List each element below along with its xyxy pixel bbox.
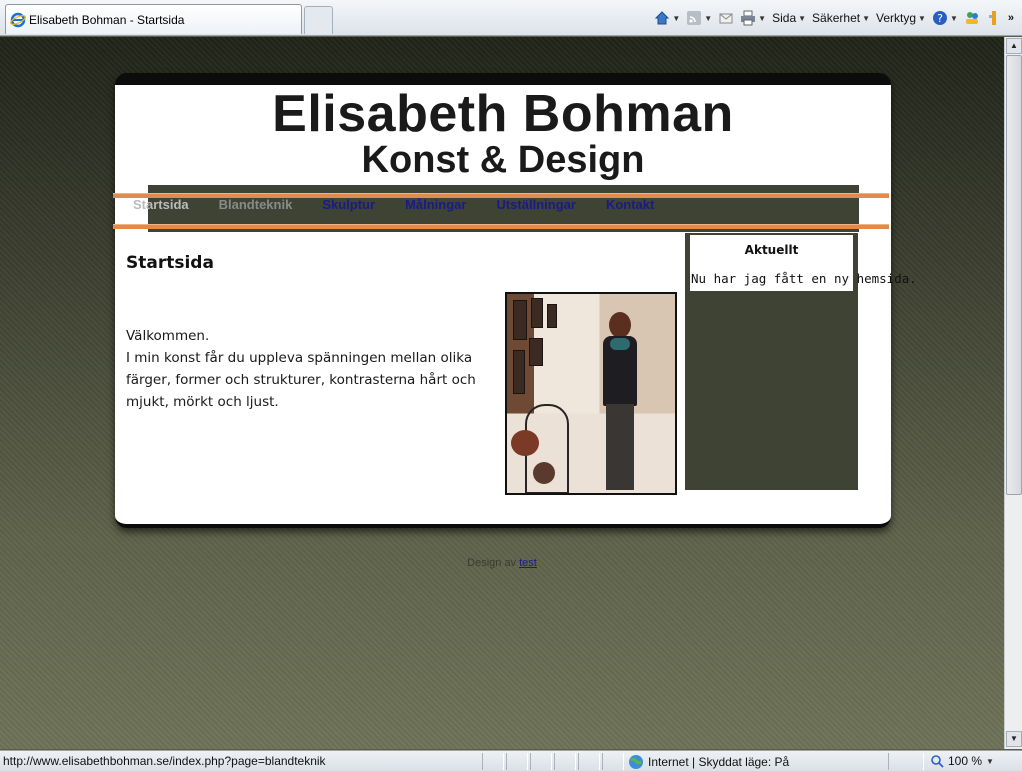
security-zone[interactable]: Internet | Skyddat läge: På (628, 754, 789, 770)
messenger-icon (965, 12, 978, 24)
page-viewport: Elisabeth Bohman Konst & Design Startsid… (0, 37, 1004, 749)
nav-utstallningar[interactable]: Utställningar (496, 197, 575, 221)
nav-accent-line-bottom (113, 224, 889, 229)
zoom-icon (931, 755, 944, 768)
globe-icon (629, 755, 643, 769)
nav-blandteknik[interactable]: Blandteknik (219, 197, 293, 221)
content-text: Välkommen. I min konst får du uppleva sp… (126, 325, 501, 413)
feeds-button[interactable]: ▼ (686, 10, 712, 26)
home-button[interactable]: ▼ (654, 10, 680, 26)
tools-menu[interactable]: Verktyg ▼ (876, 11, 926, 25)
nav-malningar[interactable]: Målningar (405, 197, 466, 221)
more-commands-button[interactable]: » (1008, 12, 1014, 24)
nav-skulptur[interactable]: Skulptur (322, 197, 375, 221)
main-nav: Startsida Blandteknik Skulptur Målningar… (133, 197, 654, 221)
new-tab-button[interactable] (304, 6, 333, 34)
browser-tab[interactable]: Elisabeth Bohman - Startsida (5, 4, 302, 34)
mail-icon (719, 13, 733, 24)
nav-kontakt[interactable]: Kontakt (606, 197, 654, 221)
home-icon (655, 11, 670, 25)
status-url: http://www.elisabethbohman.se/index.php?… (3, 754, 326, 768)
research-button[interactable] (986, 10, 1002, 26)
protected-mode-button[interactable] (888, 753, 924, 770)
content-heading: Startsida (126, 253, 214, 273)
news-heading: Aktuellt (744, 243, 799, 257)
chevron-right-icon: » (1007, 12, 1014, 24)
command-bar: ▼ ▼ ▼ Sida ▼ Säkerhet ▼ Verktyg ▼ ? ▼ » (654, 6, 1014, 30)
ie-logo-icon (10, 12, 26, 27)
scroll-thumb[interactable] (1006, 55, 1022, 495)
scroll-down-button[interactable]: ▼ (1006, 731, 1022, 747)
vertical-scrollbar[interactable]: ▲ ▼ (1004, 37, 1022, 749)
scroll-up-button[interactable]: ▲ (1006, 38, 1022, 54)
safety-menu[interactable]: Säkerhet ▼ (812, 11, 870, 25)
site-subtitle: Konst & Design (361, 139, 645, 181)
footer-prefix: Design av (467, 557, 517, 569)
browser-toolbar: Elisabeth Bohman - Startsida ▼ ▼ ▼ Sida ▼… (0, 0, 1022, 36)
news-item: Nu har jag fått en ny hemsida. (691, 271, 917, 286)
help-button[interactable]: ? ▼ (932, 10, 958, 26)
site-footer: Design av test (0, 557, 1004, 569)
research-icon (988, 11, 996, 25)
zoom-control[interactable]: 100 % ▼ (930, 754, 994, 768)
footer-link[interactable]: test (519, 557, 537, 569)
welcome-text: Välkommen. (126, 328, 210, 344)
svg-text:?: ? (937, 12, 943, 25)
artist-photo (505, 292, 677, 495)
site-title: Elisabeth Bohman (272, 85, 734, 143)
page-menu[interactable]: Sida ▼ (772, 11, 806, 25)
chevron-down-icon: ▼ (986, 756, 994, 766)
status-bar: http://www.elisabethbohman.se/index.php?… (0, 750, 1022, 771)
printer-icon (741, 10, 756, 26)
print-button[interactable]: ▼ (740, 10, 766, 26)
tab-title: Elisabeth Bohman - Startsida (29, 12, 185, 27)
page-card: Elisabeth Bohman Konst & Design Startsid… (113, 73, 917, 528)
rss-feed-icon (687, 11, 702, 25)
help-icon: ? (932, 11, 947, 25)
intro-text: I min konst får du uppleva spänningen me… (126, 350, 476, 410)
mail-button[interactable] (718, 10, 734, 26)
messenger-button[interactable] (964, 10, 980, 26)
nav-startsida[interactable]: Startsida (133, 197, 189, 221)
